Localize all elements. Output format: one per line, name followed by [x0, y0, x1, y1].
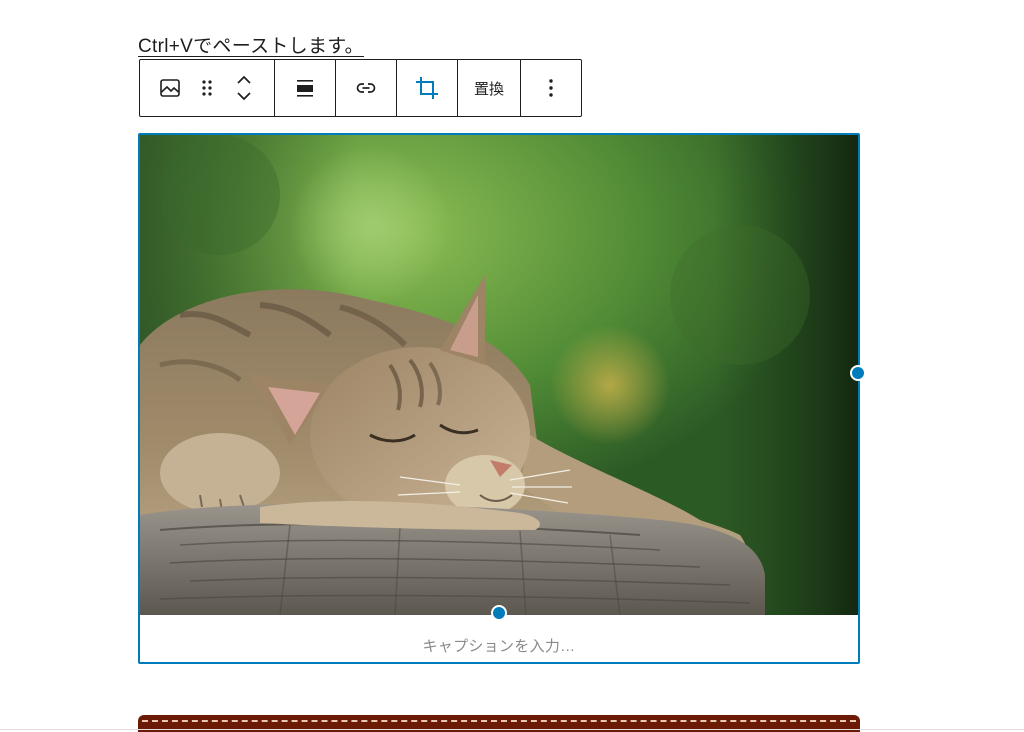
block-toolbar: 置換 [139, 59, 582, 117]
drag-handle-button[interactable] [192, 60, 222, 116]
options-button[interactable] [521, 60, 581, 116]
link-icon [354, 76, 378, 100]
caption-input[interactable]: キャプションを入力… [140, 635, 858, 656]
more-vertical-icon [548, 78, 554, 98]
editor-canvas: Ctrl+Vでペーストします。 置換 キャプションを入力… [0, 0, 1024, 732]
block-type-button[interactable] [148, 60, 192, 116]
paragraph-block[interactable]: Ctrl+Vでペーストします。 [138, 34, 364, 60]
toolbar-group-link [336, 60, 397, 116]
bottom-divider [0, 729, 1024, 730]
chevron-down-icon[interactable] [236, 91, 252, 101]
toolbar-group-options [521, 60, 581, 116]
align-button[interactable] [275, 60, 335, 116]
toolbar-group-replace: 置換 [458, 60, 521, 116]
cat-photo [140, 135, 858, 615]
move-block-buttons [222, 60, 266, 116]
align-none-icon [294, 77, 316, 99]
crop-button[interactable] [397, 60, 457, 116]
dashed-border [142, 720, 856, 722]
replace-button[interactable]: 置換 [458, 60, 520, 116]
resize-handle-right[interactable] [850, 365, 866, 381]
crop-icon [413, 74, 441, 102]
toolbar-group-crop [397, 60, 458, 116]
link-button[interactable] [336, 60, 396, 116]
toolbar-group-align [275, 60, 336, 116]
toolbar-group-block [140, 60, 275, 116]
resize-handle-bottom[interactable] [491, 605, 507, 621]
chevron-up-icon[interactable] [236, 75, 252, 85]
drag-handle-icon [200, 78, 214, 98]
image-block[interactable]: キャプションを入力… [138, 133, 860, 664]
image-icon [158, 76, 182, 100]
